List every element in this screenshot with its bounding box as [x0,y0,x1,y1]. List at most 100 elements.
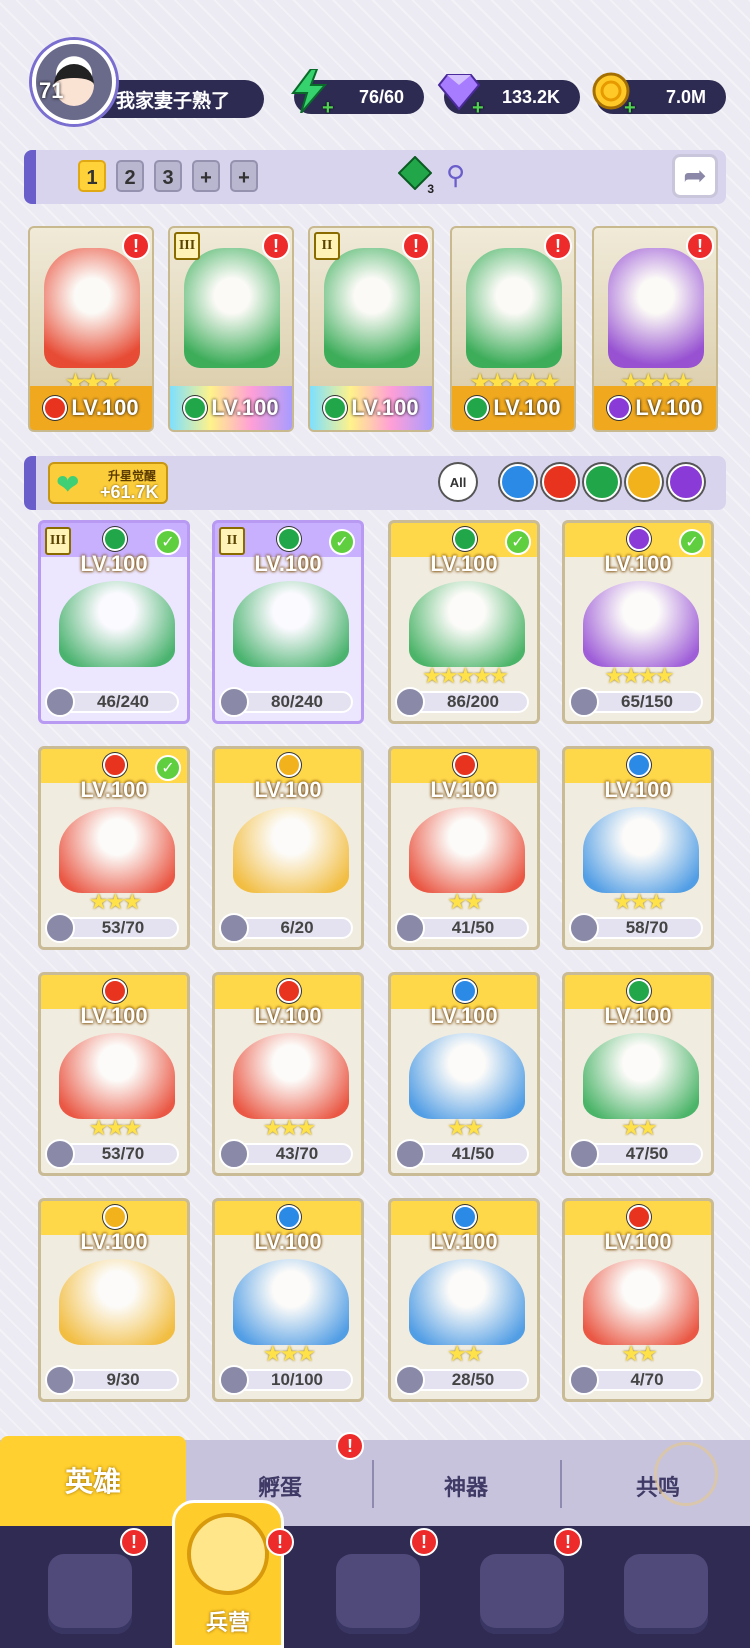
hero-card[interactable]: LV.100 ★★★ 53/70 [38,972,190,1176]
team-slot-add[interactable]: + [192,160,220,192]
shard-icon [569,1365,599,1395]
hero-level: LV.100 [604,777,672,802]
shard-icon [45,1365,75,1395]
light-element-icon [277,753,301,777]
rank-badge-icon: III [174,232,200,260]
gold-plus-icon[interactable]: + [624,97,636,120]
hero-level: LV.100 [430,777,498,802]
hero-card[interactable]: LV.100 ★★★ 58/70 [562,746,714,950]
water-element-icon [277,1205,301,1229]
gold-value: 7.0M [665,86,706,107]
nav-shop-icon[interactable] [480,1554,564,1634]
level-bar: LV.100 [310,386,432,430]
player-name[interactable]: 我家妻子熟了 [92,80,264,118]
gold-counter[interactable]: + 7.0M [592,72,726,119]
team-hero-card[interactable]: ! ★★★★★ LV.100 [450,226,576,432]
filter-fire-icon[interactable] [542,464,578,500]
hero-card[interactable]: LV.100 ★★ 4/70 [562,1198,714,1402]
tab-hatch[interactable]: 孵蛋 [258,1470,302,1502]
hero-portrait [233,1033,349,1119]
diamond-plus-icon[interactable]: + [472,97,484,120]
bottom-nav: ! ! ! [0,1526,750,1648]
shard-count: 9/30 [106,1370,140,1389]
awaken-button[interactable]: ❤ 升星觉醒 +61.7K [48,462,168,504]
hero-level: LV.100 [493,395,561,420]
star-rating: ★★★ [262,1115,316,1140]
energy-plus-icon[interactable]: + [322,97,334,120]
level-bar: LV.100 [594,386,716,430]
wind-element-icon [323,396,348,420]
star-rating: ★★ [447,1115,483,1140]
team-hero-card[interactable]: ! ★★★ LV.100 [28,226,154,432]
filter-wind-icon[interactable] [584,464,620,500]
filter-water-icon[interactable] [500,464,536,500]
hero-level: LV.100 [254,777,322,802]
shard-count: 10/100 [271,1370,323,1389]
filter-all-button[interactable]: All [440,464,476,500]
team-slot-2[interactable]: 2 [116,160,144,192]
hero-portrait [583,581,699,667]
star-rating: ★★ [447,1341,483,1366]
hero-alert-badge: ! [122,232,150,260]
tab-artifacts[interactable]: 神器 [444,1470,488,1502]
nav-cards-icon[interactable] [48,1554,132,1634]
wind-gem-icon[interactable]: 3 [397,155,434,196]
shard-icon [45,913,75,943]
hero-card[interactable]: II ✓ LV.100 80/240 [212,520,364,724]
hero-card[interactable]: ✓ LV.100 ★★★★ 65/150 [562,520,714,724]
hero-portrait [233,581,349,667]
search-icon[interactable]: ⚲ [446,160,465,191]
hero-card[interactable]: LV.100 6/20 [212,746,364,950]
team-slot-1[interactable]: 1 [78,160,106,192]
nav-barracks[interactable]: 兵营 [172,1500,284,1648]
diamond-counter[interactable]: + 133.2K [437,74,580,119]
hero-card[interactable]: III ✓ LV.100 46/240 [38,520,190,724]
nav-map-icon[interactable] [336,1554,420,1634]
filter-dark-icon[interactable] [668,464,704,500]
hero-card[interactable]: ✓ LV.100 ★★★★★ 86/200 [388,520,540,724]
energy-counter[interactable]: + 76/60 [291,69,424,119]
shard-progress: 41/50 [395,1139,529,1169]
shard-count: 80/240 [271,692,323,711]
hero-card[interactable]: LV.100 ★★ 41/50 [388,972,540,1176]
tab-heroes[interactable]: 英雄 [0,1436,186,1528]
hero-portrait [409,1033,525,1119]
nav-mushroom-icon[interactable] [624,1554,708,1634]
hero-portrait [409,1259,525,1345]
shard-icon [219,1365,249,1395]
level-bar: LV.100 [170,386,292,430]
share-icon[interactable]: ➦ [672,154,718,198]
tab-hatch-alert: ! [336,1432,364,1460]
water-element-icon [453,1205,477,1229]
energy-value: 76/60 [358,86,404,107]
team-hero-card[interactable]: ! ★★★★ LV.100 [592,226,718,432]
hero-card[interactable]: LV.100 ★★ 28/50 [388,1198,540,1402]
player-avatar[interactable]: 71 [32,40,116,124]
filter-light-icon[interactable] [626,464,662,500]
shard-progress: 6/20 [219,913,353,943]
shard-count: 28/50 [451,1370,495,1389]
star-rating: ★★★★ [604,663,675,688]
shard-count: 43/70 [275,1144,319,1163]
shard-progress: 10/100 [219,1365,353,1395]
team-slot-3[interactable]: 3 [154,160,182,192]
hero-card[interactable]: LV.100 ★★★ 43/70 [212,972,364,1176]
team-hero-card[interactable]: II! LV.100 [308,226,434,432]
hero-card[interactable]: ✓ LV.100 ★★★ 53/70 [38,746,190,950]
rank-badge-icon: II [314,232,340,260]
hero-level: LV.100 [254,1229,322,1254]
hero-card[interactable]: LV.100 ★★ 47/50 [562,972,714,1176]
shard-icon [569,1139,599,1169]
barracks-icon [187,1513,269,1595]
team-slot-add[interactable]: + [230,160,258,192]
hero-level: LV.100 [604,1003,672,1028]
wind-element-icon [453,527,477,551]
hero-portrait [59,807,175,893]
hero-level: LV.100 [211,395,279,420]
team-hero-card[interactable]: III! LV.100 [168,226,294,432]
hero-card[interactable]: LV.100 9/30 [38,1198,190,1402]
hero-card[interactable]: LV.100 ★★ 41/50 [388,746,540,950]
hero-level: LV.100 [71,395,139,420]
nav-alert: ! [554,1528,582,1556]
hero-card[interactable]: LV.100 ★★★ 10/100 [212,1198,364,1402]
